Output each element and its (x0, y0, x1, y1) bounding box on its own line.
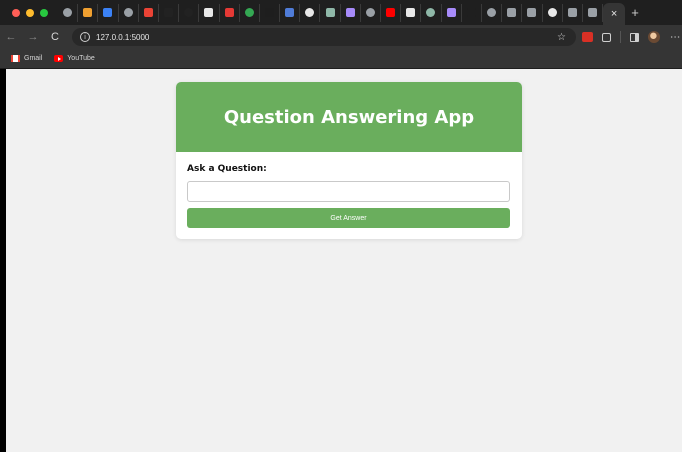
browser-tab[interactable] (139, 3, 159, 22)
gmail-icon (11, 55, 20, 62)
toolbar-actions: ⋮ (582, 25, 680, 49)
browser-tab[interactable] (320, 3, 341, 22)
tab-close-icon[interactable]: × (611, 8, 617, 20)
bookmark-youtube[interactable]: YouTube (54, 55, 95, 62)
extensions-puzzle-icon[interactable] (602, 32, 611, 42)
browser-tab[interactable] (240, 3, 260, 22)
minimize-window-button[interactable] (26, 8, 34, 17)
tab-favicon-icon (224, 8, 234, 17)
new-tab-button[interactable]: + (625, 5, 645, 20)
forward-button[interactable]: → (22, 31, 44, 43)
page-title: Question Answering App (223, 106, 475, 128)
youtube-icon (54, 55, 64, 62)
page-viewport: Question Answering App Ask a Question: G… (6, 69, 682, 452)
browser-tab[interactable] (220, 3, 240, 22)
tab-favicon-icon (426, 8, 436, 17)
side-panel-icon[interactable] (630, 32, 639, 42)
tab-favicon-icon (63, 8, 73, 17)
tab-favicon-icon (143, 8, 153, 17)
back-button[interactable]: ← (0, 31, 22, 43)
toolbar-divider (620, 31, 621, 43)
tab-favicon-icon (325, 8, 335, 17)
window-controls (0, 8, 58, 17)
tab-favicon-icon (466, 8, 476, 17)
bookmarks-bar: Gmail YouTube (0, 49, 682, 68)
tab-favicon-icon (184, 8, 194, 17)
site-info-icon[interactable]: i (80, 32, 90, 42)
browser-tab[interactable] (583, 3, 604, 22)
browser-tab[interactable] (462, 3, 482, 22)
bookmark-label: YouTube (67, 55, 95, 62)
tab-favicon-icon (386, 8, 396, 17)
tab-favicon-icon (103, 8, 113, 17)
tab-favicon-icon (446, 8, 456, 17)
tab-favicon-icon (507, 8, 517, 17)
browser-tab[interactable] (199, 3, 220, 22)
browser-tab[interactable] (381, 3, 402, 22)
tab-favicon-icon (365, 8, 375, 17)
browser-toolbar: ← → C i 127.0.0.1:5000 ☆ ⋮ (0, 25, 682, 49)
tab-favicon-icon (587, 8, 597, 17)
browser-tab[interactable] (58, 3, 79, 22)
browser-tab[interactable] (280, 3, 301, 22)
maximize-window-button[interactable] (40, 8, 48, 17)
tab-favicon-icon (83, 8, 93, 17)
browser-tab[interactable] (563, 3, 583, 22)
browser-menu-icon[interactable]: ⋮ (669, 32, 680, 42)
browser-tab[interactable] (260, 3, 281, 22)
bookmark-gmail[interactable]: Gmail (11, 55, 42, 62)
browser-tab[interactable] (300, 3, 321, 22)
browser-tab[interactable] (179, 3, 200, 22)
tab-favicon-icon (285, 8, 295, 17)
tab-favicon-icon (244, 8, 254, 17)
close-window-button[interactable] (12, 8, 20, 17)
tab-favicon-icon (487, 8, 497, 17)
browser-tab[interactable] (543, 3, 563, 22)
tab-favicon-icon (406, 8, 416, 17)
browser-tab[interactable] (78, 3, 99, 22)
extension-icon[interactable] (582, 32, 593, 42)
tab-favicon-icon (345, 8, 355, 17)
question-input[interactable] (187, 181, 510, 202)
question-form: Ask a Question: Get Answer (176, 152, 522, 228)
tab-favicon-icon (527, 8, 537, 17)
bookmark-label: Gmail (24, 55, 43, 62)
browser-tab[interactable] (442, 3, 462, 22)
bookmark-star-icon[interactable]: ☆ (557, 32, 566, 43)
browser-tab[interactable] (119, 3, 139, 22)
browser-tab[interactable] (159, 3, 180, 22)
browser-tab-active[interactable]: × (603, 3, 626, 25)
get-answer-button[interactable]: Get Answer (187, 208, 510, 228)
browser-tab-strip: × + (0, 0, 682, 25)
address-url: 127.0.0.1:5000 (96, 32, 150, 42)
card-header: Question Answering App (176, 82, 522, 152)
address-bar[interactable]: i 127.0.0.1:5000 ☆ (72, 28, 576, 46)
browser-tab[interactable] (502, 3, 523, 22)
tab-list: × + (58, 0, 645, 25)
tab-favicon-icon (547, 8, 557, 17)
tab-favicon-icon (204, 8, 214, 17)
browser-tab[interactable] (361, 3, 381, 22)
profile-avatar[interactable] (648, 31, 660, 43)
browser-tab[interactable] (401, 3, 422, 22)
question-label: Ask a Question: (187, 164, 267, 174)
browser-tab[interactable] (341, 3, 361, 22)
tab-favicon-icon (123, 8, 133, 17)
tab-favicon-icon (264, 8, 274, 17)
tab-favicon-icon (305, 8, 315, 17)
tab-favicon-icon (567, 8, 577, 17)
reload-button[interactable]: C (44, 31, 66, 43)
tab-favicon-icon (164, 8, 174, 17)
browser-tab[interactable] (421, 3, 442, 22)
browser-tab[interactable] (98, 3, 119, 22)
browser-tab[interactable] (522, 3, 543, 22)
browser-tab[interactable] (482, 3, 503, 22)
qa-card: Question Answering App Ask a Question: G… (176, 82, 522, 239)
